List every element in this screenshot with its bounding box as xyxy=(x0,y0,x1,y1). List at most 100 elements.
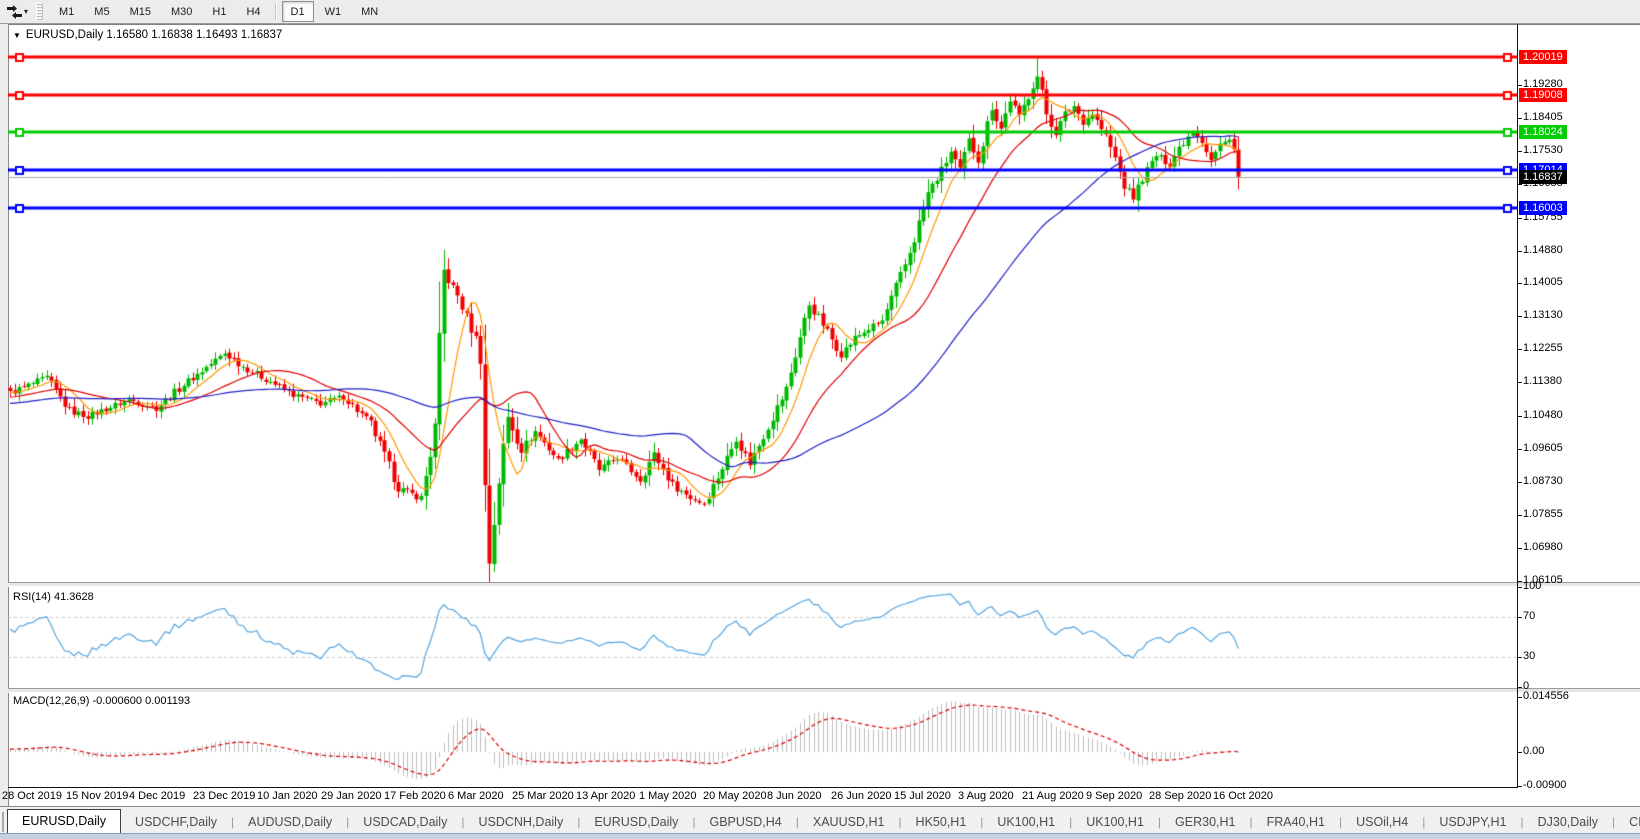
date-tick-label: 13 Apr 2020 xyxy=(576,790,635,802)
price-tick-mark xyxy=(1517,548,1522,549)
collapse-triangle-icon[interactable]: ▼ xyxy=(13,31,21,40)
price-tick-mark xyxy=(1517,515,1522,516)
chart-tab-fra40-h1[interactable]: FRA40,H1 xyxy=(1253,812,1339,833)
price-tick-label: 1.10480 xyxy=(1523,409,1563,421)
chart-cursor-icon[interactable] xyxy=(5,4,23,20)
rsi-label: RSI(14) 41.3628 xyxy=(13,591,94,603)
date-tick-label: 15 Nov 2019 xyxy=(66,790,128,802)
chart-tab-usdchf-daily[interactable]: USDCHF,Daily xyxy=(121,812,231,833)
macd-label: MACD(12,26,9) -0.000600 0.001193 xyxy=(13,695,190,707)
chart-tab-usdcad-daily[interactable]: USDCAD,Daily xyxy=(349,812,461,833)
price-tick-mark xyxy=(1517,251,1522,252)
chart-cursor-icon-glyph xyxy=(7,5,22,19)
date-tick-label: 21 Aug 2020 xyxy=(1022,790,1084,802)
chart-tab-usdjpy-h1[interactable]: USDJPY,H1 xyxy=(1425,812,1520,833)
macd-chart-canvas[interactable] xyxy=(8,691,1517,787)
price-tick-label: 1.08730 xyxy=(1523,475,1563,487)
current-price-flag: 1.16837 xyxy=(1519,170,1567,184)
chart-tab-eurusd-daily[interactable]: EURUSD,Daily xyxy=(7,809,121,833)
chart-tab-hk50-h1[interactable]: HK50,H1 xyxy=(902,812,981,833)
macd-tick-mark xyxy=(1517,786,1522,787)
chart-tab-gbpusd-h4[interactable]: GBPUSD,H4 xyxy=(696,812,796,833)
rsi-tick-mark xyxy=(1517,587,1522,588)
macd-tick-label: -0.00900 xyxy=(1523,779,1566,791)
chart-tab-uk100-h1[interactable]: UK100,H1 xyxy=(1072,812,1158,833)
rsi-chart-canvas[interactable] xyxy=(8,585,1517,688)
date-tick-label: 8 Jun 2020 xyxy=(767,790,821,802)
price-tick-mark xyxy=(1517,416,1522,417)
rsi-tick-mark xyxy=(1517,657,1522,658)
chart-tab-audusd-daily[interactable]: AUDUSD,Daily xyxy=(234,812,346,833)
chevron-down-icon[interactable]: ▾ xyxy=(24,7,28,16)
date-tick-label: 4 Dec 2019 xyxy=(129,790,185,802)
price-tick-label: 1.07855 xyxy=(1523,508,1563,520)
time-axis-line xyxy=(8,787,1518,788)
price-tick-mark xyxy=(1517,184,1522,185)
price-tick-mark xyxy=(1517,382,1522,383)
price-tick-label: 1.12255 xyxy=(1523,342,1563,354)
price-axis-line xyxy=(1517,24,1518,788)
toolbar-separator xyxy=(275,3,277,20)
date-tick-label: 10 Jan 2020 xyxy=(257,790,318,802)
price-tick-mark xyxy=(1517,482,1522,483)
price-tick-mark xyxy=(1517,283,1522,284)
chart-tab-xauusd-h1[interactable]: XAUUSD,H1 xyxy=(799,812,899,833)
timeframe-button-m30[interactable]: M30 xyxy=(162,1,201,22)
timeframe-buttons: M1M5M15M30H1H4 D1W1MN xyxy=(49,1,388,22)
timeframe-button-h4[interactable]: H4 xyxy=(237,1,269,22)
toolbar-grip[interactable] xyxy=(36,3,43,20)
date-tick-label: 16 Oct 2020 xyxy=(1213,790,1273,802)
chart-tab-uk100-h1[interactable]: UK100,H1 xyxy=(983,812,1069,833)
price-tick-label: 1.17530 xyxy=(1523,144,1563,156)
chart-tab-china300-h1[interactable]: CHINA300,H1 xyxy=(1615,812,1640,833)
rsi-tick-label: 30 xyxy=(1523,650,1535,662)
chart-title: ▼ EURUSD,Daily 1.16580 1.16838 1.16493 1… xyxy=(13,29,282,41)
date-tick-label: 23 Dec 2019 xyxy=(193,790,255,802)
timeframe-button-w1[interactable]: W1 xyxy=(316,1,351,22)
timeframe-button-m15[interactable]: M15 xyxy=(121,1,160,22)
price-tick-mark xyxy=(1517,449,1522,450)
date-tick-label: 1 May 2020 xyxy=(639,790,696,802)
rsi-tick-mark xyxy=(1517,617,1522,618)
date-tick-label: 29 Jan 2020 xyxy=(321,790,382,802)
timeframe-button-h1[interactable]: H1 xyxy=(203,1,235,22)
tabbar-grip[interactable] xyxy=(2,812,4,832)
price-tick-label: 1.06980 xyxy=(1523,541,1563,553)
date-tick-label: 6 Mar 2020 xyxy=(448,790,504,802)
chart-tab-usoil-h4[interactable]: USOil,H4 xyxy=(1342,812,1422,833)
price-tick-label: 1.18405 xyxy=(1523,111,1563,123)
chart-tab-ger30-h1[interactable]: GER30,H1 xyxy=(1161,812,1249,833)
date-tick-label: 17 Feb 2020 xyxy=(384,790,446,802)
price-tick-label: 1.14880 xyxy=(1523,244,1563,256)
chart-tab-bar: EURUSD,DailyUSDCHF,Daily|AUDUSD,Daily|US… xyxy=(0,806,1640,833)
timeframe-button-m1[interactable]: M1 xyxy=(50,1,83,22)
price-chart-canvas[interactable] xyxy=(8,24,1517,582)
timeframe-button-d1[interactable]: D1 xyxy=(282,1,314,22)
tab-items: EURUSD,DailyUSDCHF,Daily|AUDUSD,Daily|US… xyxy=(7,809,1640,833)
level-price-flag: 1.16003 xyxy=(1519,201,1567,215)
timeframe-button-m5[interactable]: M5 xyxy=(85,1,118,22)
rsi-tick-label: 70 xyxy=(1523,610,1535,622)
rsi-tick-label: 100 xyxy=(1523,580,1541,592)
timeframe-button-mn[interactable]: MN xyxy=(352,1,387,22)
date-tick-label: 20 May 2020 xyxy=(703,790,767,802)
macd-tick-mark xyxy=(1517,697,1522,698)
price-tick-mark xyxy=(1517,218,1522,219)
date-tick-label: 3 Aug 2020 xyxy=(958,790,1014,802)
chart-tab-dj30-daily[interactable]: DJ30,Daily xyxy=(1524,812,1612,833)
price-tick-mark xyxy=(1517,118,1522,119)
date-tick-label: 28 Oct 2019 xyxy=(2,790,62,802)
date-tick-label: 15 Jul 2020 xyxy=(894,790,951,802)
chart-tab-eurusd-daily[interactable]: EURUSD,Daily xyxy=(580,812,692,833)
price-tick-mark xyxy=(1517,316,1522,317)
price-tick-mark xyxy=(1517,349,1522,350)
level-price-flag: 1.20019 xyxy=(1519,50,1567,64)
chart-tab-usdcnh-daily[interactable]: USDCNH,Daily xyxy=(464,812,577,833)
date-tick-label: 28 Sep 2020 xyxy=(1149,790,1211,802)
price-tick-mark xyxy=(1517,151,1522,152)
level-price-flag: 1.19008 xyxy=(1519,88,1567,102)
macd-tick-label: 0.00 xyxy=(1523,745,1544,757)
date-tick-label: 26 Jun 2020 xyxy=(831,790,892,802)
macd-tick-label: 0.014556 xyxy=(1523,690,1569,702)
status-strip xyxy=(0,833,1640,839)
